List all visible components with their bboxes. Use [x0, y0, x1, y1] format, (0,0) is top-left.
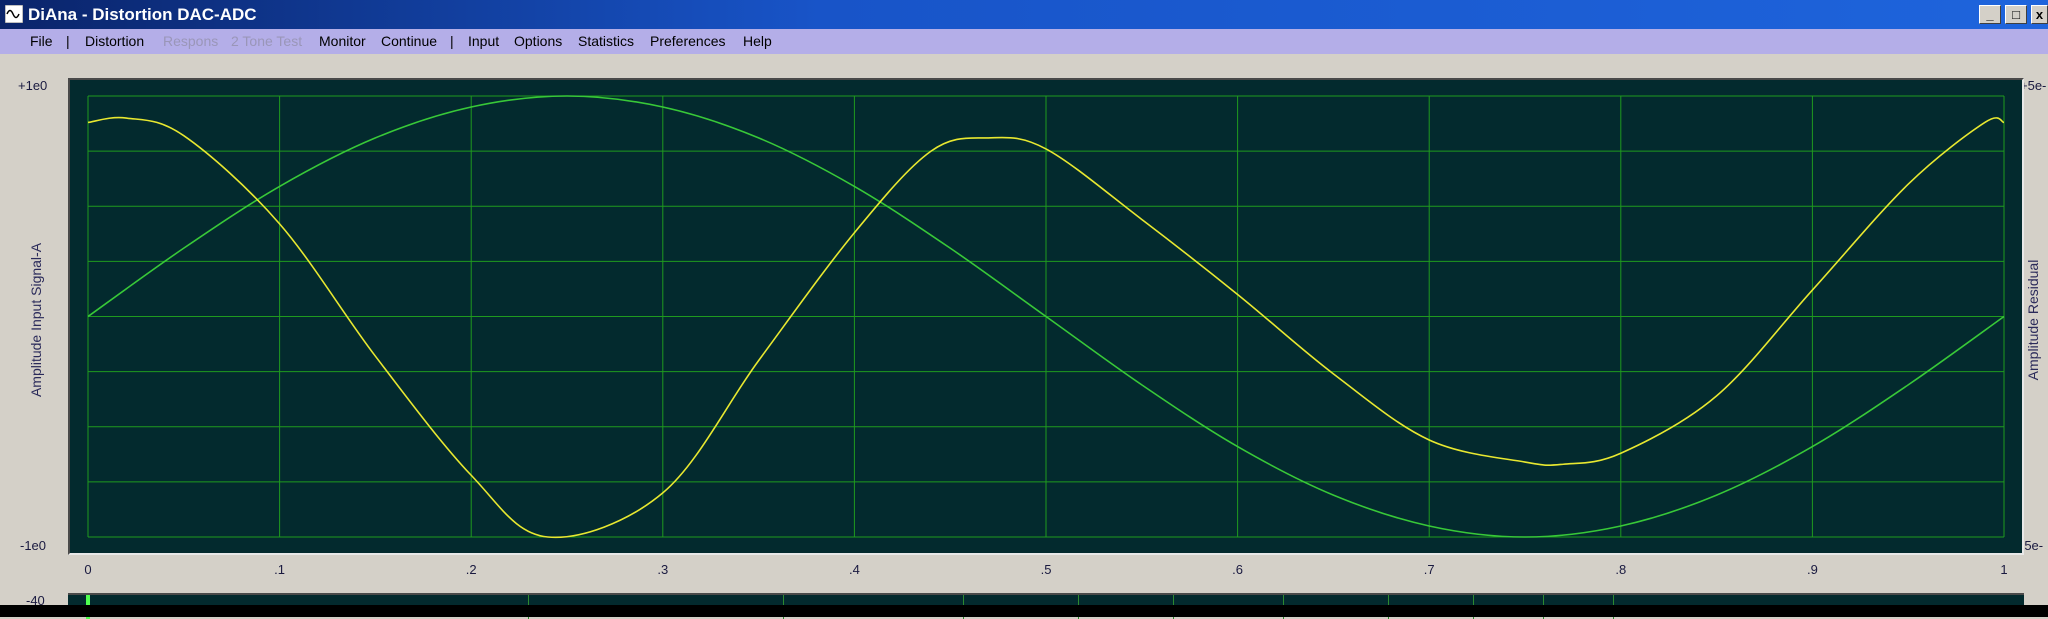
x-tick-label: .8 [1615, 562, 1627, 577]
x-tick-label: .9 [1806, 562, 1818, 577]
x-tick-label: .2 [465, 562, 477, 577]
x-tick-label: 1 [2000, 562, 2008, 577]
menu-options[interactable]: Options [514, 29, 562, 54]
y-left-top-label: +1e0 [18, 78, 48, 93]
y-axis-left-title: Amplitude Input Signal-A [28, 242, 44, 398]
menu-input[interactable]: Input [468, 29, 499, 54]
menu-respons[interactable]: Respons [163, 29, 218, 54]
x-tick-label: .3 [657, 562, 669, 577]
maximize-button[interactable]: □ [2005, 5, 2027, 24]
menu-bar: File | Distortion Respons 2 Tone Test Mo… [0, 29, 2048, 54]
x-tick-label: .1 [274, 562, 286, 577]
menu-statistics[interactable]: Statistics [578, 29, 634, 54]
close-button[interactable]: x [2031, 5, 2048, 24]
x-tick-label: 0 [84, 562, 92, 577]
y-left-bottom-label: -1e0 [20, 538, 47, 553]
menu-file[interactable]: File [30, 29, 53, 54]
waveform-app-icon [5, 5, 23, 23]
waveform-plot[interactable] [70, 80, 2022, 553]
window-title: DiAna - Distortion DAC-ADC [28, 5, 257, 24]
menu-separator: | [450, 33, 454, 49]
x-tick-label: .6 [1232, 562, 1244, 577]
x-tick-label: .7 [1423, 562, 1435, 577]
window-bottom-edge [0, 605, 2048, 617]
menu-2-tone-test[interactable]: 2 Tone Test [231, 29, 302, 54]
x-tick-label: .5 [1040, 562, 1052, 577]
menu-help[interactable]: Help [743, 29, 772, 54]
y-axis-right-title: Amplitude Residual [2025, 259, 2041, 381]
menu-preferences[interactable]: Preferences [650, 29, 725, 54]
menu-separator: | [66, 33, 70, 49]
menu-continue[interactable]: Continue [381, 29, 437, 54]
menu-distortion[interactable]: Distortion [85, 29, 144, 54]
minimize-button[interactable]: _ [1979, 5, 2001, 24]
menu-monitor[interactable]: Monitor [319, 29, 366, 54]
title-bar: DiAna - Distortion DAC-ADC _ □ x [0, 0, 2048, 29]
x-tick-label: .4 [848, 562, 860, 577]
